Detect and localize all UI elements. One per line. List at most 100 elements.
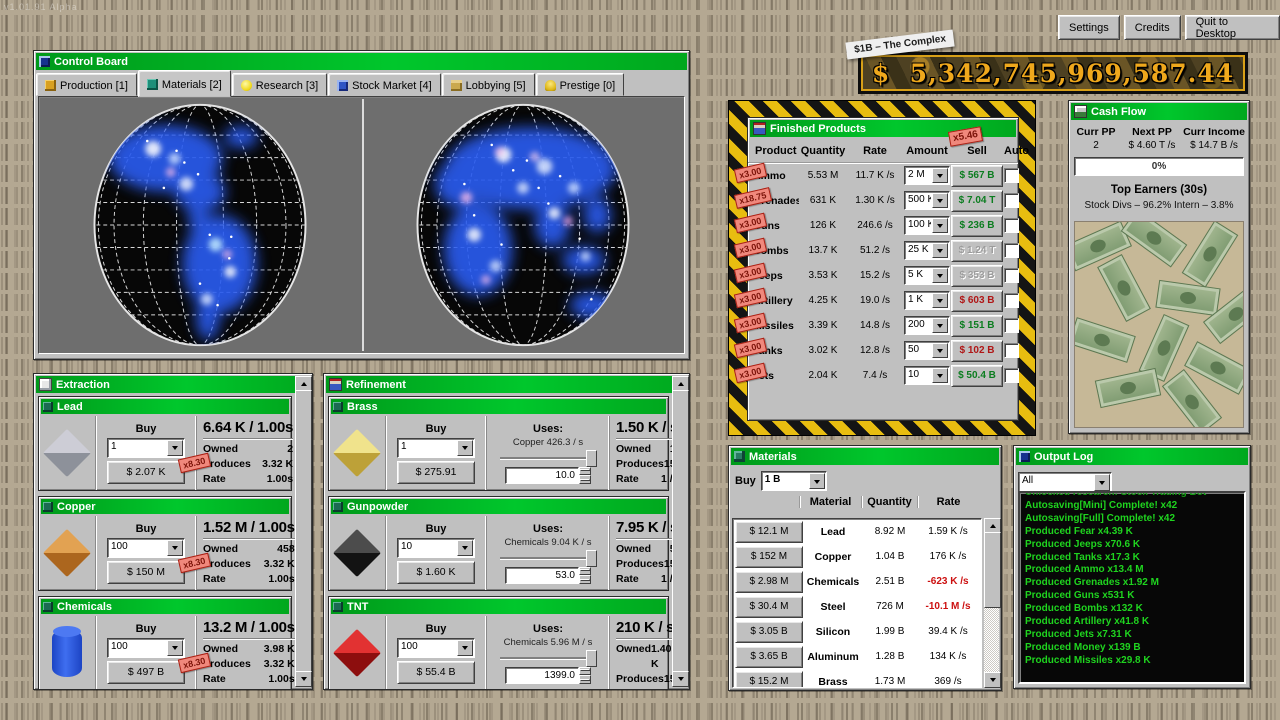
chevron-down-icon[interactable] [932, 318, 948, 333]
buy-amount-select[interactable]: 10 [397, 538, 475, 558]
chevron-down-icon[interactable] [167, 540, 183, 556]
sell-button[interactable]: $ 1.24 T [951, 240, 1003, 262]
tab-materials[interactable]: Materials [2] [138, 70, 231, 97]
sell-amount-select[interactable]: 25 K [904, 241, 950, 260]
refinement-scrollbar[interactable] [672, 376, 687, 687]
buy-button[interactable]: $ 150 M x8.30 [107, 561, 185, 584]
auto-sell-checkbox[interactable] [1004, 318, 1019, 333]
chevron-down-icon[interactable] [932, 243, 948, 258]
allocation-spinner[interactable]: 10.0 [505, 467, 591, 484]
buy-amount-select[interactable]: 1 [107, 438, 185, 458]
tab-lobbying[interactable]: Lobbying [5] [442, 73, 535, 96]
spin-down-icon[interactable] [579, 475, 591, 484]
sell-button[interactable]: $ 567 B [951, 165, 1003, 187]
log-filter-select[interactable]: All [1018, 472, 1112, 493]
sell-amount-select[interactable]: 50 [904, 341, 950, 360]
buy-material-button[interactable]: $ 2.98 M [735, 571, 803, 593]
auto-sell-checkbox[interactable] [1004, 218, 1019, 233]
auto-sell-checkbox[interactable] [1004, 343, 1019, 358]
sell-amount-select[interactable]: 1 K [904, 291, 950, 310]
sell-button[interactable]: $ 236 B [951, 215, 1003, 237]
allocation-spinner[interactable]: 53.0 [505, 567, 591, 584]
spin-down-icon[interactable] [579, 575, 591, 584]
slider-thumb[interactable] [586, 450, 597, 467]
scroll-thumb[interactable] [295, 390, 312, 673]
scroll-thumb[interactable] [984, 532, 1001, 608]
chevron-down-icon[interactable] [457, 540, 473, 556]
auto-sell-checkbox[interactable] [1004, 243, 1019, 258]
sell-amount-select[interactable]: 10 [904, 366, 950, 385]
buy-material-button[interactable]: $ 15.2 M [735, 671, 803, 689]
buy-button[interactable]: $ 1.60 K [397, 561, 475, 584]
auto-sell-checkbox[interactable] [1004, 368, 1019, 383]
tab-prestige[interactable]: Prestige [0] [536, 73, 625, 96]
spinner-value[interactable]: 53.0 [505, 567, 579, 584]
allocation-slider[interactable] [500, 650, 596, 665]
buy-amount-select[interactable]: 100 [107, 538, 185, 558]
buy-button[interactable]: $ 2.07 K x8.30 [107, 461, 185, 484]
sell-button[interactable]: $ 151 B [951, 315, 1003, 337]
allocation-slider[interactable] [500, 550, 596, 565]
chevron-down-icon[interactable] [809, 473, 825, 489]
spin-up-icon[interactable] [579, 467, 591, 476]
slider-thumb[interactable] [586, 650, 597, 667]
settings-button[interactable]: Settings [1058, 15, 1120, 40]
buy-button[interactable]: $ 275.91 [397, 461, 475, 484]
sell-button[interactable]: $ 7.04 T [951, 190, 1003, 212]
credits-button[interactable]: Credits [1124, 15, 1181, 40]
sell-amount-select[interactable]: 2 M [904, 166, 950, 185]
chevron-down-icon[interactable] [167, 640, 183, 656]
scroll-down-icon[interactable] [295, 671, 312, 687]
chevron-down-icon[interactable] [932, 343, 948, 358]
scroll-thumb[interactable] [672, 390, 689, 673]
buy-button[interactable]: $ 497 B x8.30 [107, 661, 185, 684]
spin-down-icon[interactable] [579, 675, 591, 684]
auto-sell-checkbox[interactable] [1004, 193, 1019, 208]
tab-research[interactable]: Research [3] [232, 73, 327, 96]
chevron-down-icon[interactable] [932, 293, 948, 308]
buy-amount-select[interactable]: 1 [397, 438, 475, 458]
chevron-down-icon[interactable] [457, 440, 473, 456]
buy-material-button[interactable]: $ 152 M [735, 546, 803, 568]
chevron-down-icon[interactable] [932, 368, 948, 383]
chevron-down-icon[interactable] [932, 268, 948, 283]
quit-to-desktop-button[interactable]: Quit to Desktop [1185, 15, 1280, 40]
sell-button[interactable]: $ 102 B [951, 340, 1003, 362]
tab-production[interactable]: Production [1] [36, 73, 137, 96]
extraction-scrollbar[interactable] [295, 376, 310, 687]
allocation-spinner[interactable]: 1399.0 [505, 667, 591, 684]
spinner-value[interactable]: 1399.0 [505, 667, 579, 684]
chevron-down-icon[interactable] [167, 440, 183, 456]
auto-sell-checkbox[interactable] [1004, 168, 1019, 183]
scroll-down-icon[interactable] [984, 672, 1001, 688]
sell-amount-select[interactable]: 500 K [904, 191, 950, 210]
buy-material-button[interactable]: $ 12.1 M [735, 521, 803, 543]
spin-up-icon[interactable] [579, 567, 591, 576]
chevron-down-icon[interactable] [457, 640, 473, 656]
chevron-down-icon[interactable] [932, 218, 948, 233]
auto-sell-checkbox[interactable] [1004, 293, 1019, 308]
spinner-value[interactable]: 10.0 [505, 467, 579, 484]
buy-button[interactable]: $ 55.4 B [397, 661, 475, 684]
materials-scrollbar[interactable] [984, 518, 999, 688]
spin-up-icon[interactable] [579, 667, 591, 676]
sell-amount-select[interactable]: 200 [904, 316, 950, 335]
buy-material-button[interactable]: $ 30.4 M [735, 596, 803, 618]
buy-amount-select[interactable]: 1 B [761, 471, 827, 491]
auto-sell-checkbox[interactable] [1004, 268, 1019, 283]
sell-button[interactable]: $ 50.4 B [951, 365, 1003, 387]
tab-stock-market[interactable]: Stock Market [4] [328, 73, 440, 96]
sell-amount-select[interactable]: 100 K [904, 216, 950, 235]
chevron-down-icon[interactable] [1094, 474, 1110, 491]
buy-amount-select[interactable]: 100 [397, 638, 475, 658]
buy-material-button[interactable]: $ 3.65 B [735, 646, 803, 668]
slider-thumb[interactable] [586, 550, 597, 567]
sell-amount-select[interactable]: 5 K [904, 266, 950, 285]
buy-amount-select[interactable]: 100 [107, 638, 185, 658]
scroll-down-icon[interactable] [672, 671, 689, 687]
sell-button[interactable]: $ 603 B [951, 290, 1003, 312]
chevron-down-icon[interactable] [932, 168, 948, 183]
allocation-slider[interactable] [500, 450, 596, 465]
sell-button[interactable]: $ 353 B [951, 265, 1003, 287]
buy-material-button[interactable]: $ 3.05 B [735, 621, 803, 643]
